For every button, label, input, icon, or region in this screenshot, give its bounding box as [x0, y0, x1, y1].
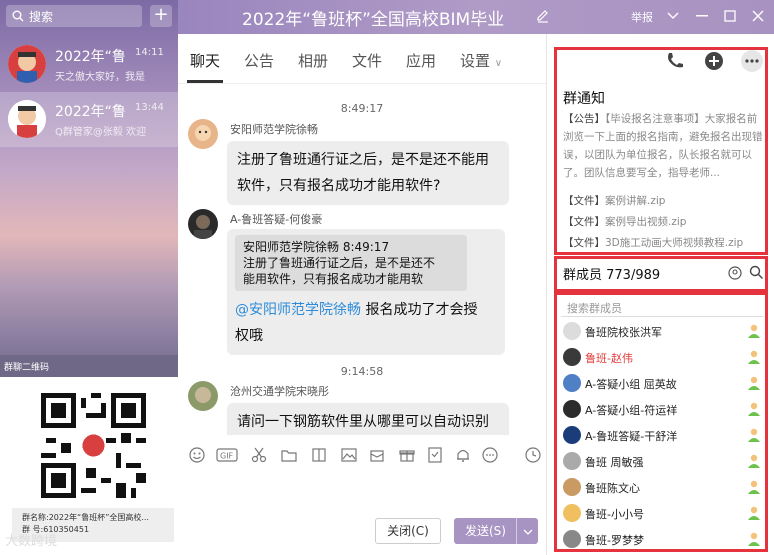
red-packet-icon[interactable] [368, 446, 386, 464]
close-chat-button[interactable]: 关闭(C) [375, 518, 441, 544]
group-avatar [8, 45, 46, 83]
maximize-button[interactable] [721, 7, 739, 25]
tab-album[interactable]: 相册 [298, 50, 328, 71]
highlight-box-members-header [554, 256, 768, 292]
send-options-dropdown[interactable] [516, 518, 538, 544]
vote-icon[interactable] [426, 446, 444, 464]
tab-files[interactable]: 文件 [352, 50, 382, 71]
conversation-time: 14:11 [135, 47, 164, 58]
search-input[interactable]: 搜索 [6, 5, 142, 27]
avatar [188, 209, 218, 239]
message-bubble-reply: 安阳师范学院徐畅 8:49:17 注册了鲁班通行证之后，是不是还不 能用软件，只… [227, 229, 505, 355]
input-toolbar: GIF [178, 436, 546, 470]
bell-icon[interactable] [454, 446, 472, 464]
window-title: 2022年“鲁班杯”全国高校BIM毕业 [242, 10, 505, 30]
tab-announcement[interactable]: 公告 [244, 50, 274, 71]
conversation-time: 13:44 [135, 102, 164, 113]
emoji-icon[interactable] [188, 446, 206, 464]
message-sender: 安阳师范学院徐畅 [230, 123, 318, 136]
folder-icon[interactable] [280, 446, 298, 464]
message-time: 9:14:58 [340, 365, 384, 378]
message-bubble: 请问一下钢筋软件里从哪里可以自动识别 [227, 403, 509, 435]
active-tab-indicator [187, 80, 223, 83]
message-sender: A-鲁班答疑-何俊豪 [230, 213, 323, 226]
highlight-box-notice [554, 47, 768, 255]
highlight-box-member-list [554, 292, 768, 552]
chat-panel: 聊天 公告 相册 文件 应用 设置 ∨ 8:49:17 安阳师范学院徐畅 注册了… [178, 34, 546, 555]
mention-link[interactable]: @安阳师范学院徐畅 [235, 302, 361, 318]
conversation-preview: Q群管家@张毅 欢迎 [55, 127, 147, 138]
message-sender: 沧州交通学院宋晓彤 [230, 385, 329, 398]
message-bubble: 注册了鲁班通行证之后，是不是还不能用 软件，只有报名成功才能用软件? [227, 141, 509, 205]
scissors-icon[interactable] [250, 446, 268, 464]
close-button[interactable] [749, 7, 767, 25]
title-bar: 2022年“鲁班杯”全国高校BIM毕业 举报 [178, 0, 774, 34]
conversation-item-selected[interactable]: 2022年“鲁 13:44 Q群管家@张毅 欢迎 [0, 92, 178, 147]
avatar [188, 381, 218, 411]
tab-chat[interactable]: 聊天 [190, 50, 220, 71]
more-icon[interactable] [481, 446, 499, 464]
gif-icon[interactable]: GIF [216, 446, 238, 464]
message-time: 8:49:17 [340, 102, 384, 115]
qr-code-image [41, 393, 146, 498]
minimize-button[interactable] [693, 7, 711, 25]
report-button[interactable]: 举报 [631, 9, 653, 25]
watermark: 大数跨境 [5, 534, 58, 549]
conversation-name: 2022年“鲁 [55, 49, 126, 65]
gift-icon[interactable] [398, 446, 416, 464]
edit-icon[interactable] [535, 8, 551, 24]
chat-tabs: 聊天 公告 相册 文件 应用 设置 ∨ [178, 34, 546, 84]
qr-header: 群聊二维码 [0, 355, 178, 377]
avatar [188, 119, 218, 149]
tab-settings[interactable]: 设置 ∨ [460, 50, 502, 71]
quoted-message: 安阳师范学院徐畅 8:49:17 注册了鲁班通行证之后，是不是还不 能用软件，只… [235, 235, 467, 291]
conversation-name: 2022年“鲁 [55, 104, 126, 120]
search-placeholder: 搜索 [29, 9, 54, 24]
qq-group-chat-window: 搜索 + 2022年“鲁 14:11 天之傲大家好，我是 2022年“鲁 13:… [0, 0, 774, 555]
svg-text:GIF: GIF [220, 452, 234, 461]
send-button[interactable]: 发送(S) [454, 518, 538, 544]
image-icon[interactable] [340, 446, 358, 464]
chevron-down-icon[interactable] [664, 7, 682, 25]
message-list[interactable]: 8:49:17 安阳师范学院徐畅 注册了鲁班通行证之后，是不是还不能用 软件，只… [178, 85, 546, 435]
tab-apps[interactable]: 应用 [406, 50, 436, 71]
conversation-item[interactable]: 2022年“鲁 14:11 天之傲大家好，我是 [0, 37, 178, 92]
search-icon [12, 10, 24, 22]
qr-code-panel: 群聊二维码 群名称:2022年“鲁班杯”全国高校... 群 号:61035045… [0, 355, 178, 555]
conversation-preview: 天之傲大家好，我是 [55, 72, 145, 83]
add-button[interactable]: + [150, 5, 172, 27]
screenshot-tool-icon[interactable] [310, 446, 328, 464]
history-clock-icon[interactable] [524, 446, 542, 464]
group-avatar [8, 100, 46, 138]
